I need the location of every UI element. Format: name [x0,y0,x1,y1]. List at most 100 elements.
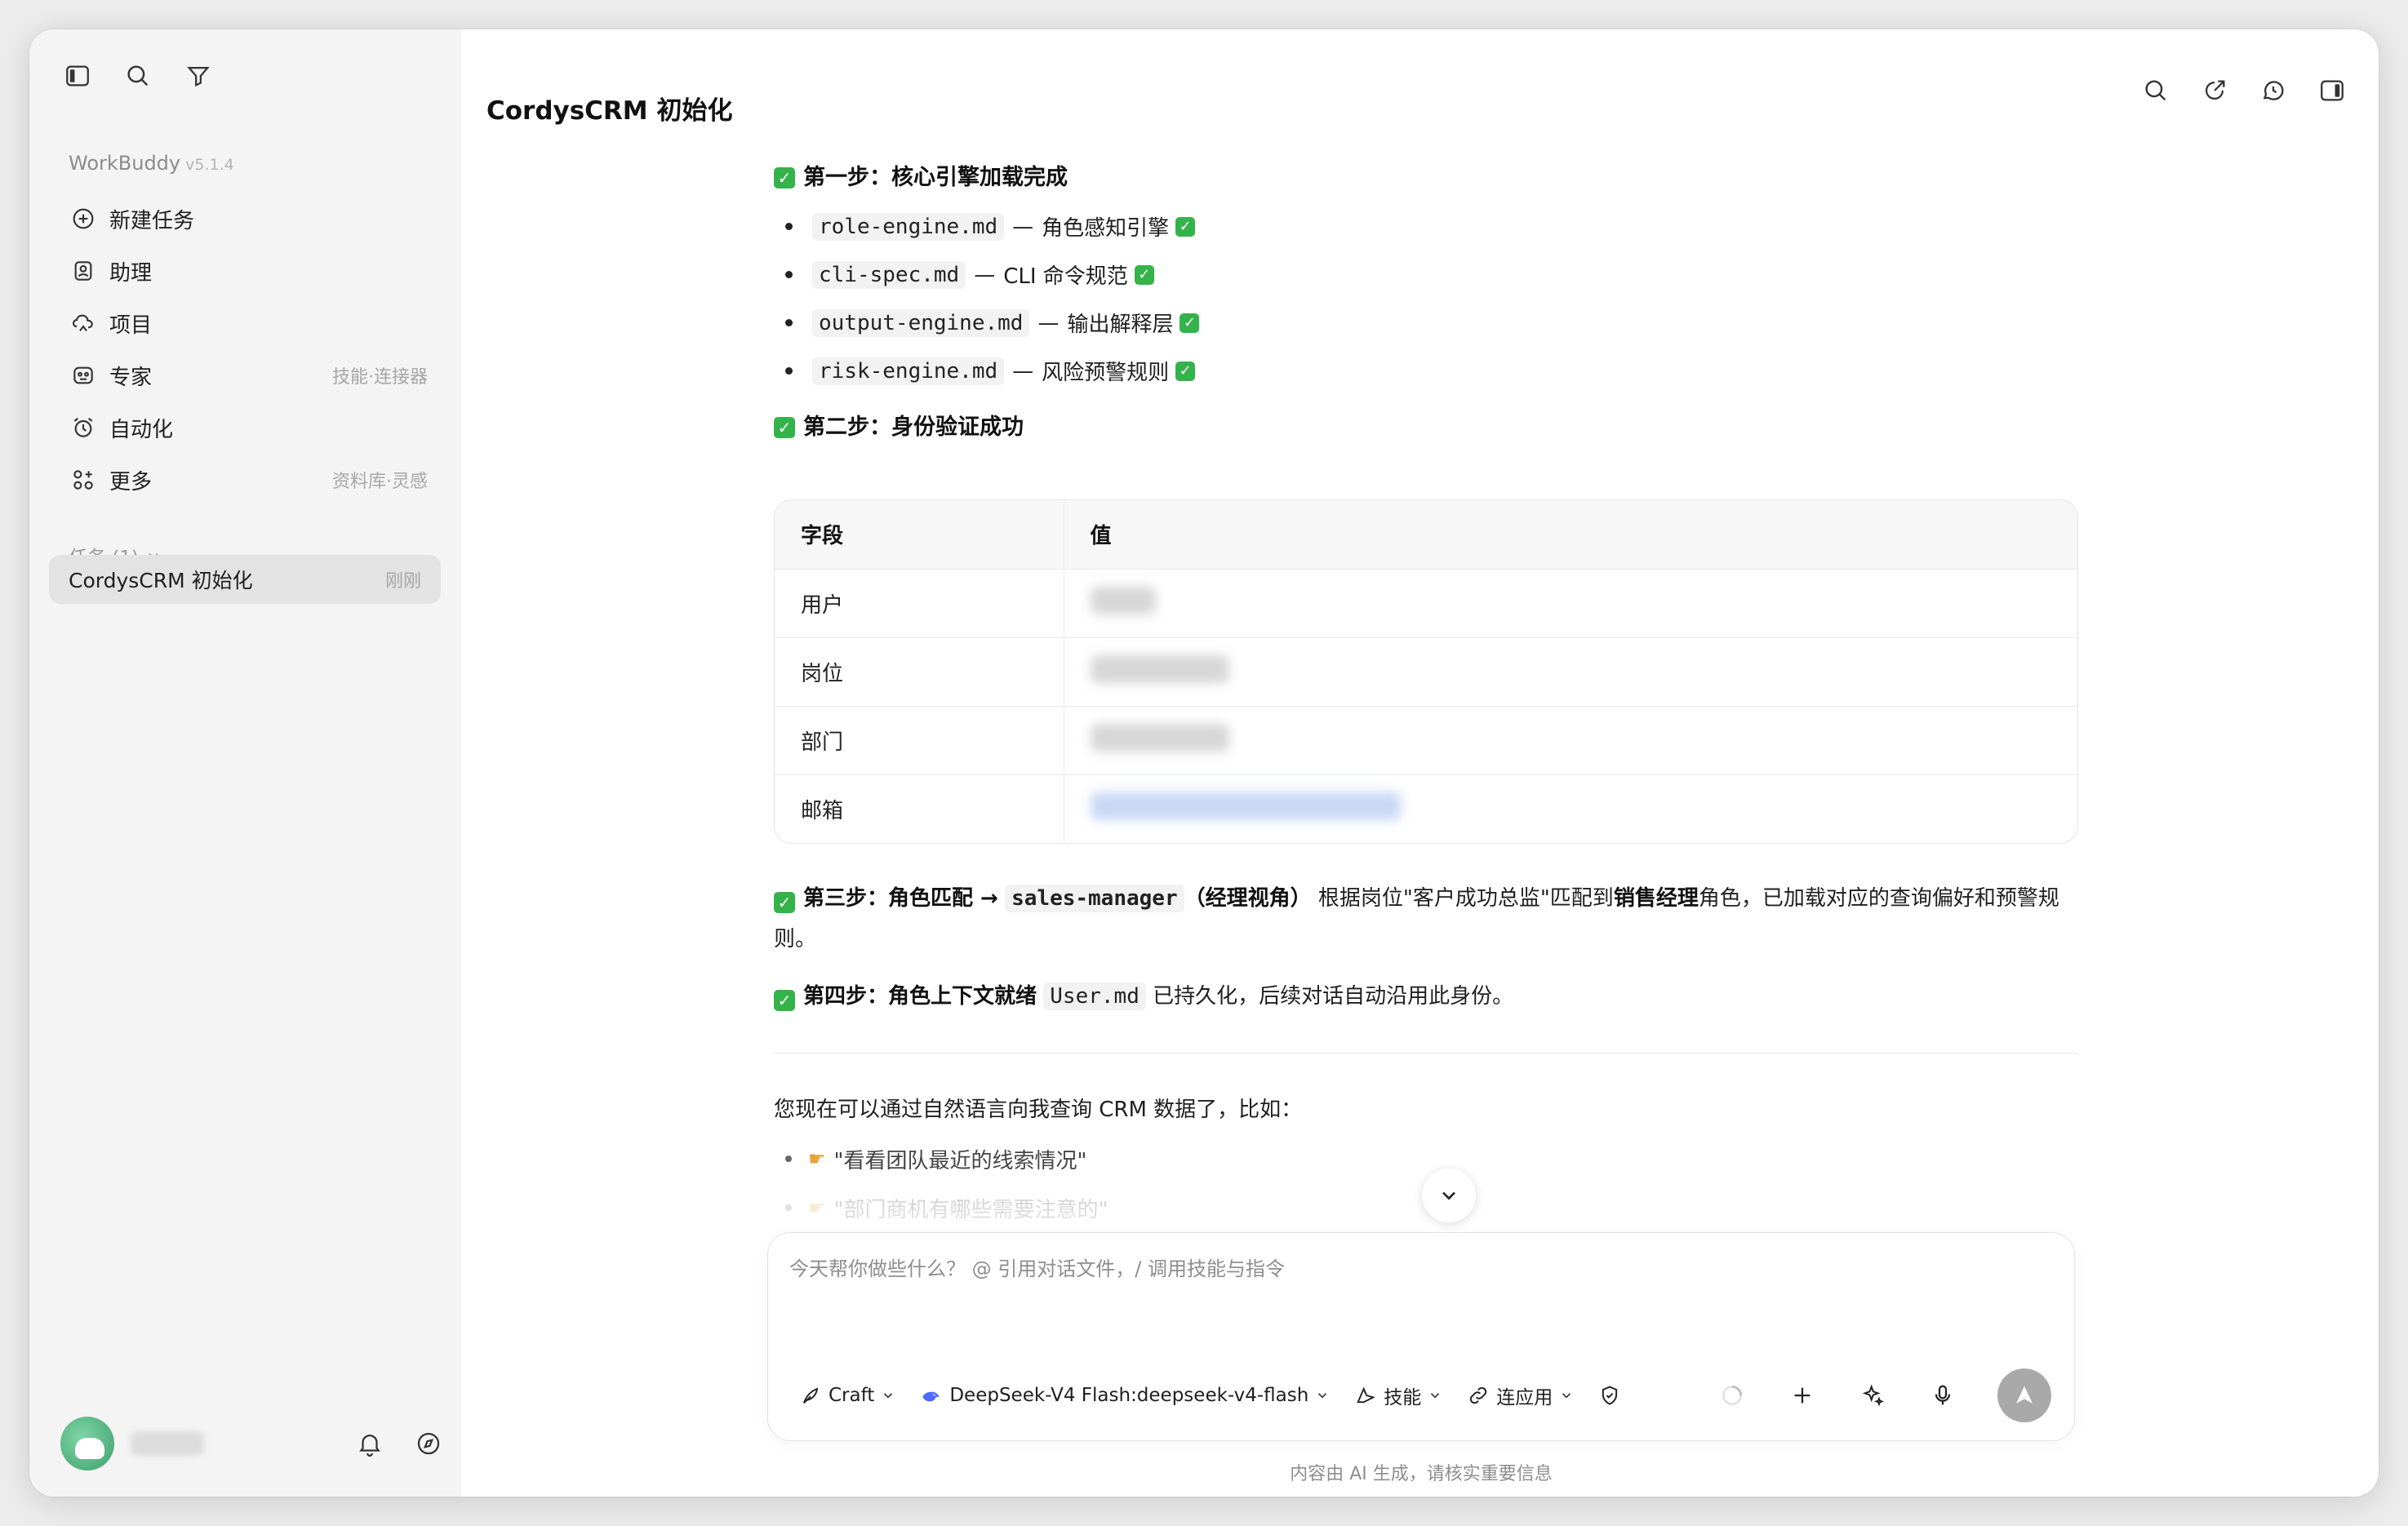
sidebar-item-label: 新建任务 [109,208,195,233]
field-value-redacted [1064,705,2077,774]
loading-spinner-icon [1717,1380,1748,1411]
step-4-title: 第四步：角色上下文就绪 [803,984,1037,1009]
identity-table: 字段 值 用户 岗位 部门 邮箱 [774,499,2078,844]
header-actions [2140,75,2348,106]
check-icon: ✓ [1180,313,1200,333]
sidebar-item-new-task[interactable]: 新建任务 [62,193,434,245]
sidebar-top-icons [62,60,214,91]
dash: — [1037,310,1060,335]
filter-icon[interactable] [183,60,214,91]
list-item: risk-engine.md — 风险预警规则 ✓ [774,347,2078,395]
field-value-redacted [1064,774,2077,843]
sidebar-item-hint: 资料库·灵感 [332,472,428,492]
message-input[interactable] [789,1253,2046,1318]
sidebar-footer [60,1415,444,1472]
chevron-down-icon [1431,1393,1440,1399]
history-icon[interactable] [2258,75,2289,106]
example-text: "看看团队最近的线索情况" [833,1148,1087,1173]
sparkle-icon[interactable] [1857,1380,1888,1411]
table-row: 用户 [775,568,2077,637]
grid-more-icon [69,465,98,495]
field-name: 用户 [775,568,1064,637]
file-desc: CLI 命令规范 [1003,264,1128,289]
sidebar-item-label: 自动化 [109,417,174,442]
check-icon: ✓ [774,417,795,438]
security-toggle[interactable] [1598,1384,1628,1407]
example-text: "部门商机有哪些需要注意的" [833,1197,1108,1222]
sidebar-item-label: 专家 [109,365,153,390]
field-value-redacted [1064,568,2077,637]
plus-circle-icon [69,204,98,233]
task-item-time: 刚刚 [384,571,421,592]
avatar[interactable] [60,1417,114,1471]
step-2-title: 第二步：身份验证成功 [803,415,1024,440]
step-1-heading: ✓ 第一步：核心引擎加载完成 [774,160,2078,196]
suggest-intro: 您现在可以通过自然语言向我查询 CRM 数据了，比如： [774,1098,1303,1122]
divider [774,1053,2078,1054]
chevron-down-icon [1562,1393,1571,1399]
send-button[interactable] [1997,1369,2051,1422]
composer-actions [1717,1369,2051,1422]
link-icon [1470,1386,1487,1404]
scroll-to-bottom-button[interactable] [1422,1169,1476,1222]
table-row: 邮箱 [775,774,2077,843]
sidebar-item-label: 助理 [109,260,153,286]
file-desc: 输出解释层 [1067,313,1174,337]
pointing-hand-icon: ☛ [808,1196,826,1219]
message-content: ✓ 第一步：核心引擎加载完成 role-engine.md — 角色感知引擎 ✓ cl… [774,160,2078,1232]
file-code: risk-engine.md [812,357,1005,385]
toggle-sidebar-icon[interactable] [62,60,93,91]
app-version: v5.1.4 [185,156,234,174]
dash: — [1012,214,1034,239]
compass-icon[interactable] [413,1428,444,1459]
list-item: cli-spec.md — CLI 命令规范 ✓ [774,251,2078,299]
bell-icon[interactable] [354,1428,385,1459]
step-1-title: 第一步：核心引擎加载完成 [803,165,1068,190]
step-3-paragraph: ✓ 第三步：角色匹配 → sales-manager （经理视角） 根据岗位"客户成… [774,878,2078,960]
file-code: role-engine.md [812,212,1005,241]
mode-label: Craft [829,1385,875,1406]
dash: — [1012,358,1034,384]
mode-selector[interactable]: Craft [799,1384,895,1407]
model-selector[interactable]: DeepSeek-V4 Flash:deepseek-v4-flash [920,1384,1330,1407]
model-label: DeepSeek-V4 Flash:deepseek-v4-flash [949,1385,1309,1406]
table-header-row: 字段 值 [775,500,2077,569]
check-icon: ✓ [1175,361,1196,381]
task-item-cordyscrm[interactable]: CordysCRM 初始化 刚刚 [49,555,441,604]
microphone-icon[interactable] [1927,1380,1958,1411]
search-icon[interactable] [2140,75,2171,106]
sidebar-item-expert[interactable]: 专家 技能·连接器 [62,349,434,401]
step-2-heading: ✓ 第二步：身份验证成功 [774,410,2078,446]
sidebar-nav: 新建任务 助理 项目 专家 技能·连接器 自动化 更多 资料库·灵感 [62,193,434,506]
step-3-bold: 销售经理 [1613,886,1699,911]
sidebar-item-more[interactable]: 更多 资料库·灵感 [62,454,434,506]
sidebar-item-hint: 技能·连接器 [332,367,428,388]
check-icon: ✓ [774,167,795,189]
column-header: 字段 [775,500,1064,569]
sidebar-item-assistant[interactable]: 助理 [62,245,434,297]
ai-disclaimer: 内容由 AI 生成，请核实重要信息 [1290,1464,1553,1484]
search-icon[interactable] [122,60,153,91]
list-item[interactable]: ☛ "看看团队最近的线索情况" [774,1134,2078,1183]
check-icon: ✓ [1134,264,1154,285]
skills-selector[interactable]: 技能 [1354,1382,1442,1409]
sidebar-item-automation[interactable]: 自动化 [62,401,434,454]
app-brand: WorkBuddy v5.1.4 [69,152,234,175]
skills-label: 技能 [1384,1387,1422,1408]
check-icon: ✓ [1175,216,1196,237]
share-icon[interactable] [2199,75,2230,106]
engine-file-list: role-engine.md — 角色感知引擎 ✓ cli-spec.md — CLI 命… [774,202,2078,395]
column-header: 值 [1064,500,2077,569]
sidebar-item-project[interactable]: 项目 [62,297,434,349]
composer-toolbar: Craft DeepSeek-V4 Flash:deepseek-v4-flas… [799,1369,2051,1422]
file-desc: 角色感知引擎 [1042,216,1170,241]
toggle-right-panel-icon[interactable] [2317,75,2348,106]
connect-app-selector[interactable]: 连应用 [1467,1382,1574,1409]
user-name-redacted [131,1431,204,1456]
shield-check-icon [1602,1386,1618,1405]
app-name: WorkBuddy [69,152,181,175]
user-md-code: User.md [1043,983,1146,1010]
step-3-text-a: 根据岗位"客户成功总监"匹配到 [1317,886,1614,911]
sidebar-item-label: 项目 [109,313,153,338]
add-attachment-icon[interactable] [1787,1380,1818,1411]
